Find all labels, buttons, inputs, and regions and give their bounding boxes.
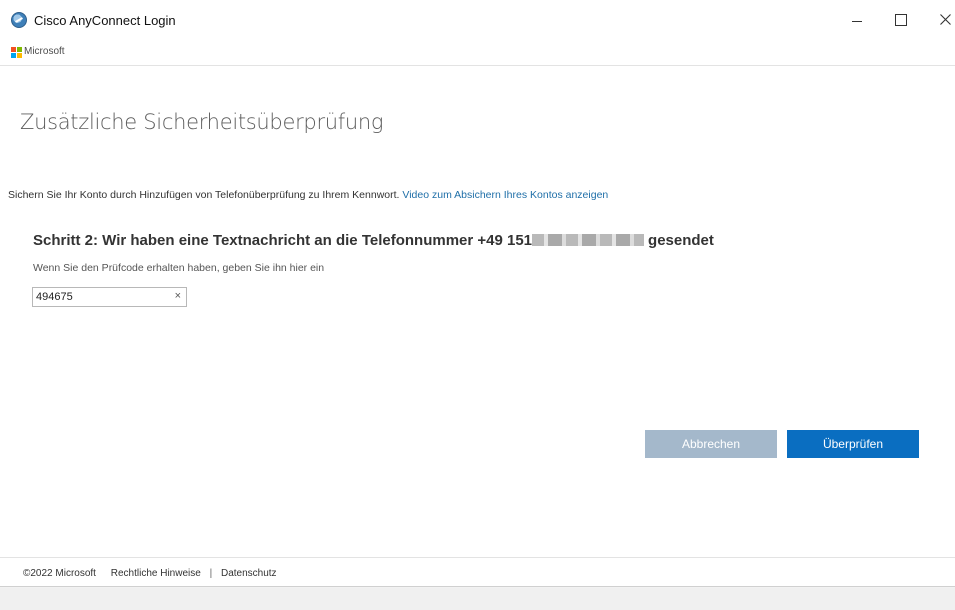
privacy-link[interactable]: Datenschutz [221,568,277,579]
minimize-button[interactable] [840,8,880,30]
page-title: Zusätzliche Sicherheitsüberprüfung [20,110,384,134]
close-button[interactable] [926,8,955,30]
clear-input-icon[interactable]: × [175,290,181,302]
intro-text: Sichern Sie Ihr Konto durch Hinzufügen v… [8,189,400,201]
login-window: Cisco AnyConnect Login Microsoft Zusätzl… [0,0,955,587]
verification-code-input[interactable] [33,288,163,306]
footer-links: ©2022 Microsoft Rechtliche Hinweise | Da… [23,568,277,579]
title-bar[interactable]: Cisco AnyConnect Login [0,0,955,38]
cisco-anyconnect-icon [11,12,27,28]
copyright: ©2022 Microsoft [23,568,96,579]
window-bottom-strip [0,588,955,610]
brand-label: Microsoft [24,46,65,57]
intro-paragraph: Sichern Sie Ihr Konto durch Hinzufügen v… [8,189,608,201]
window-title: Cisco AnyConnect Login [34,13,176,28]
verify-button[interactable]: Überprüfen [787,430,919,458]
redacted-phone-number [532,234,645,246]
legal-notice-link[interactable]: Rechtliche Hinweise [111,568,201,579]
footer-separator: | [209,568,213,579]
microsoft-header: Microsoft [0,38,955,66]
video-link[interactable]: Video zum Absichern Ihres Kontos anzeige… [402,189,608,201]
step-heading-suffix: gesendet [648,232,714,249]
verification-code-field[interactable]: × [32,287,187,307]
footer: ©2022 Microsoft Rechtliche Hinweise | Da… [0,557,955,587]
step-heading-text: Schritt 2: Wir haben eine Textnachricht … [33,232,533,249]
step-heading: Schritt 2: Wir haben eine Textnachricht … [33,232,714,249]
close-icon [940,14,951,25]
maximize-button[interactable] [883,8,923,30]
microsoft-logo-icon [11,47,22,58]
code-hint: Wenn Sie den Prüfcode erhalten haben, ge… [33,262,325,274]
cancel-button[interactable]: Abbrechen [645,430,777,458]
